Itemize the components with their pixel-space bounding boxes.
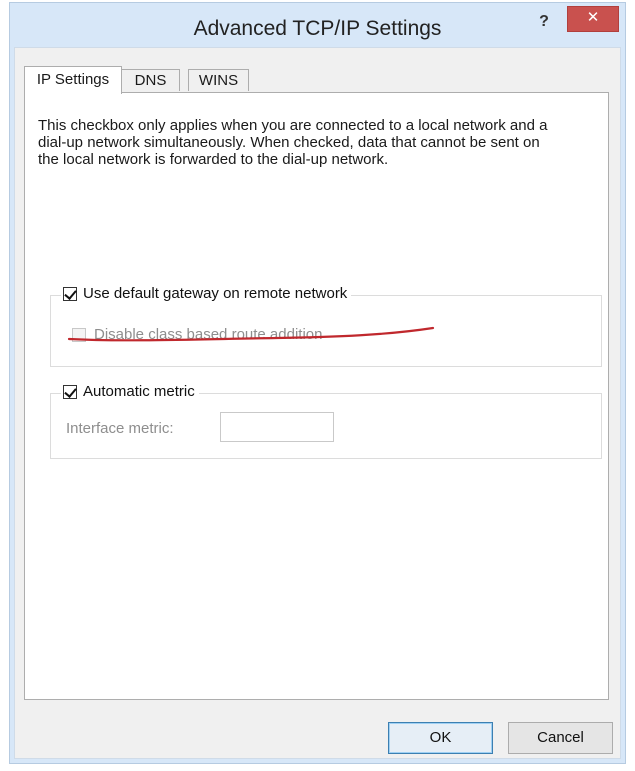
automatic-metric-label: Automatic metric <box>83 383 195 400</box>
tab-ip-settings[interactable]: IP Settings <box>24 66 122 94</box>
ip-settings-panel: This checkbox only applies when you are … <box>24 92 609 700</box>
tab-dns[interactable]: DNS <box>121 69 180 91</box>
use-default-gateway-label: Use default gateway on remote network <box>83 285 348 302</box>
metric-groupbox: Automatic metric Interface metric: <box>50 383 602 459</box>
interface-metric-input <box>220 412 334 442</box>
close-icon: ✕ <box>586 9 600 26</box>
dialog-content: IP Settings DNS WINS This checkbox only … <box>14 47 621 759</box>
close-button[interactable]: ✕ <box>567 6 619 32</box>
ok-button[interactable]: OK <box>388 722 493 754</box>
interface-metric-label: Interface metric: <box>66 420 174 437</box>
automatic-metric-checkbox[interactable] <box>63 384 77 399</box>
annotation-underline <box>67 326 435 342</box>
dialog-window: Advanced TCP/IP Settings ? ✕ IP Settings… <box>9 2 626 764</box>
use-default-gateway-option[interactable]: Use default gateway on remote network <box>61 285 352 302</box>
description-text: This checkbox only applies when you are … <box>38 117 548 168</box>
title-bar[interactable]: Advanced TCP/IP Settings ? ✕ <box>10 3 625 53</box>
help-button[interactable]: ? <box>530 11 558 35</box>
tab-wins[interactable]: WINS <box>188 69 249 91</box>
automatic-metric-option[interactable]: Automatic metric <box>61 383 199 400</box>
use-default-gateway-checkbox[interactable] <box>63 286 77 301</box>
cancel-button[interactable]: Cancel <box>508 722 613 754</box>
